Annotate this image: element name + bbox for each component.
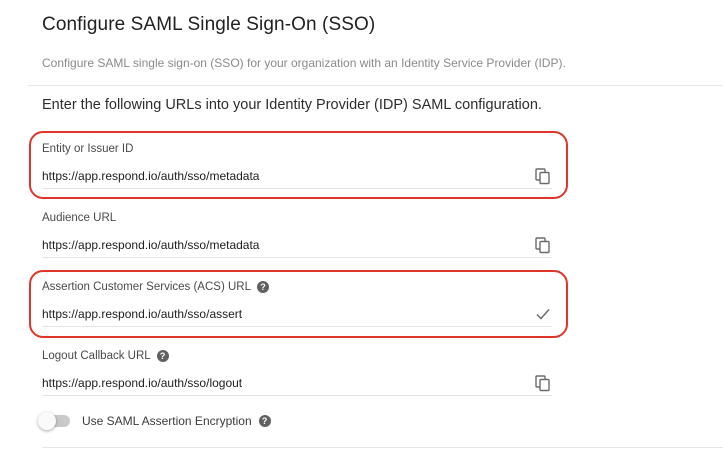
field-value[interactable]: https://app.respond.io/auth/sso/assert [42,307,242,321]
help-icon[interactable]: ? [256,281,269,293]
encryption-toggle-row: Use SAML Assertion Encryption ? [38,412,271,430]
check-icon[interactable] [534,305,552,323]
copy-icon[interactable] [534,167,552,185]
field-label: Assertion Customer Services (ACS) URL [42,281,251,293]
field-underline [42,257,552,258]
field-logout-url: Logout Callback URL ? https://app.respon… [42,350,552,396]
field-label-row: Assertion Customer Services (ACS) URL ? [42,281,552,293]
copy-icon[interactable] [534,374,552,392]
field-underline [42,395,552,396]
field-label-row: Logout Callback URL ? [42,350,552,362]
help-icon[interactable]: ? [156,350,169,362]
field-label: Audience URL [42,212,117,224]
encryption-label: Use SAML Assertion Encryption [82,414,252,428]
field-value[interactable]: https://app.respond.io/auth/sso/metadata [42,238,259,252]
field-value[interactable]: https://app.respond.io/auth/sso/metadata [42,169,259,183]
field-entity-id: Entity or Issuer ID https://app.respond.… [42,143,552,189]
toggle-thumb[interactable] [38,412,56,430]
header-divider [28,85,723,86]
field-acs-url: Assertion Customer Services (ACS) URL ? … [42,281,552,327]
field-value[interactable]: https://app.respond.io/auth/sso/logout [42,376,242,390]
field-label: Logout Callback URL [42,350,151,362]
footer-divider [42,447,723,448]
field-underline [42,188,552,189]
field-underline [42,326,552,327]
encryption-toggle[interactable] [38,412,70,430]
help-icon[interactable]: ? [258,415,271,427]
field-label: Entity or Issuer ID [42,143,134,155]
page-title: Configure SAML Single Sign-On (SSO) [42,14,376,35]
copy-icon[interactable] [534,236,552,254]
field-audience-url: Audience URL https://app.respond.io/auth… [42,212,552,258]
encryption-label-row: Use SAML Assertion Encryption ? [82,414,271,428]
intro-text: Enter the following URLs into your Ident… [42,97,542,113]
page-subtitle: Configure SAML single sign-on (SSO) for … [42,56,566,70]
